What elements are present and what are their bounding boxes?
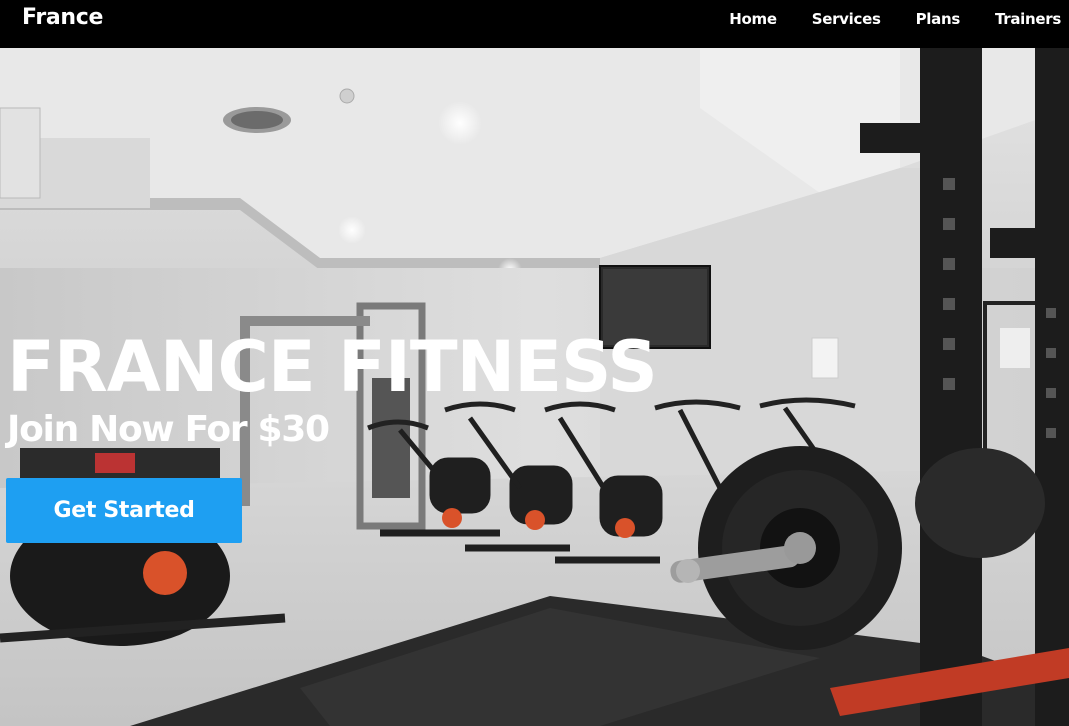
nav-link-plans[interactable]: Plans	[916, 9, 961, 29]
top-navbar: France Home Services Plans Trainers	[0, 0, 1069, 48]
nav-link-trainers[interactable]: Trainers	[995, 9, 1061, 29]
hero-title: FRANCE FITNESS	[7, 326, 658, 408]
main-nav: Home Services Plans Trainers	[694, 9, 1061, 29]
brand-logo-link[interactable]: France	[22, 4, 103, 32]
nav-link-home[interactable]: Home	[729, 9, 777, 29]
nav-link-services[interactable]: Services	[812, 9, 881, 29]
get-started-button[interactable]: Get Started	[6, 478, 242, 543]
hero-subtitle: Join Now For $30	[7, 409, 330, 450]
hero-section: FRANCE FITNESS Join Now For $30 Get Star…	[0, 48, 1069, 726]
